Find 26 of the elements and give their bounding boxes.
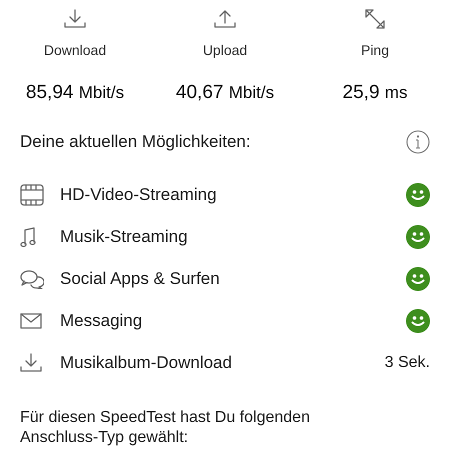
capability-label: Musikalbum-Download [60, 353, 233, 373]
capability-label: Social Apps & Surfen [60, 269, 221, 289]
metric-unit: Mbit/s [78, 83, 124, 102]
envelope-icon [20, 313, 42, 329]
metric-label: Upload [202, 42, 248, 58]
section-heading: Deine aktuellen Möglichkeiten: [20, 132, 251, 152]
metric-unit: Mbit/s [228, 83, 274, 102]
capability-label: Musik-Streaming [60, 227, 189, 247]
metric-value: 85,94 [26, 82, 74, 103]
capability-label: HD-Video-Streaming [60, 185, 218, 205]
film-strip-icon [20, 184, 44, 206]
music-note-icon [20, 226, 36, 248]
info-icon[interactable] [406, 130, 430, 154]
metric-value: 40,67 [176, 82, 224, 103]
download-icon [64, 9, 86, 29]
speech-bubbles-icon [20, 269, 44, 289]
download-icon [20, 353, 42, 373]
metric-unit: ms [384, 83, 408, 102]
duration-value: 3 Sek. [384, 354, 430, 372]
connection-type-text: Für diesen SpeedTest hast Du folgenden Anschluss-Typ gewählt: [20, 408, 311, 448]
diagonal-arrows-icon [364, 8, 386, 30]
metric-label: Download [44, 42, 106, 58]
capability-label: Messaging [60, 311, 144, 331]
upload-icon [214, 9, 236, 29]
metric-value: 25,9 [342, 82, 380, 103]
metric-label: Ping [360, 42, 390, 58]
